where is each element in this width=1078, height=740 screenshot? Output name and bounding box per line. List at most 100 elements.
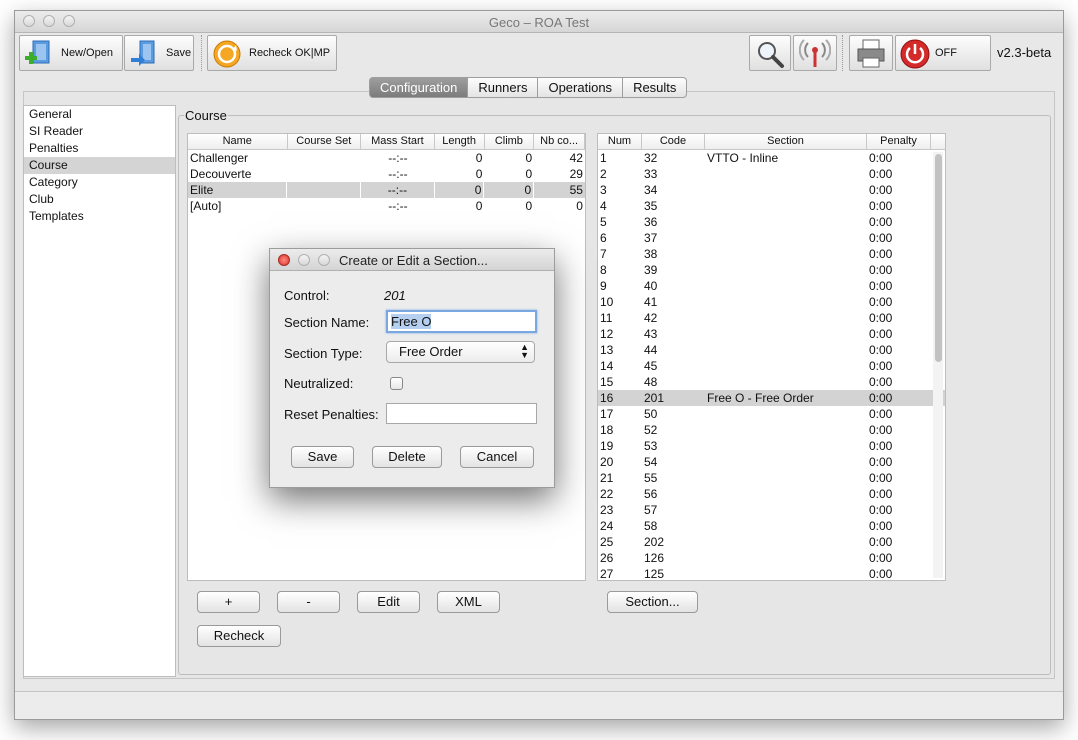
sidebar-item-templates[interactable]: Templates bbox=[24, 208, 175, 225]
controls-table-row[interactable]: 8 39 0:00 bbox=[598, 262, 945, 278]
tab-results[interactable]: Results bbox=[623, 77, 688, 98]
controls-table-row[interactable]: 3 34 0:00 bbox=[598, 182, 945, 198]
antenna-icon bbox=[799, 39, 831, 67]
controls-table-row[interactable]: 4 35 0:00 bbox=[598, 198, 945, 214]
sidebar-item-penalties[interactable]: Penalties bbox=[24, 140, 175, 157]
column-header-length[interactable]: Length bbox=[435, 134, 485, 149]
controls-table-row[interactable]: 11 42 0:00 bbox=[598, 310, 945, 326]
column-header-name[interactable]: Name bbox=[188, 134, 288, 149]
dialog-minimize-button[interactable] bbox=[298, 254, 310, 266]
cell-section bbox=[705, 262, 867, 278]
neutralized-checkbox[interactable] bbox=[390, 377, 403, 390]
controls-table-row[interactable]: 22 56 0:00 bbox=[598, 486, 945, 502]
cell-code: 39 bbox=[644, 263, 658, 277]
column-header-climb[interactable]: Climb bbox=[485, 134, 535, 149]
tab-configuration[interactable]: Configuration bbox=[369, 77, 469, 98]
controls-table-row[interactable]: 26 126 0:00 bbox=[598, 550, 945, 566]
dialog-delete-button[interactable]: Delete bbox=[372, 446, 442, 468]
column-header-num[interactable]: Num bbox=[598, 134, 642, 149]
controls-table-row[interactable]: 20 54 0:00 bbox=[598, 454, 945, 470]
cell-num: 8 bbox=[600, 263, 607, 277]
cell-penalty: 0:00 bbox=[869, 263, 893, 277]
cell-num: 15 bbox=[600, 375, 614, 389]
controls-table-row[interactable]: 5 36 0:00 bbox=[598, 214, 945, 230]
controls-table-row[interactable]: 16 201 Free O - Free Order 0:00 bbox=[598, 390, 945, 406]
controls-table-row[interactable]: 7 38 0:00 bbox=[598, 246, 945, 262]
course-table-row[interactable]: Elite --:-- 0 0 55 bbox=[188, 182, 585, 198]
column-header-nb-controls[interactable]: Nb co... bbox=[534, 134, 585, 149]
magnifier-icon bbox=[758, 42, 784, 68]
controls-table-row[interactable]: 6 37 0:00 bbox=[598, 230, 945, 246]
column-header-penalty[interactable]: Penalty bbox=[867, 134, 931, 149]
cell-num: 24 bbox=[600, 519, 614, 533]
power-toggle-button[interactable]: OFF bbox=[895, 35, 991, 71]
dialog-close-button[interactable] bbox=[278, 254, 290, 266]
controls-table-row[interactable]: 15 48 0:00 bbox=[598, 374, 945, 390]
controls-table-row[interactable]: 13 44 0:00 bbox=[598, 342, 945, 358]
recheck-button[interactable]: Recheck OK|MP bbox=[207, 35, 337, 71]
new-open-button[interactable]: New/Open bbox=[19, 35, 123, 71]
edit-section-dialog: Create or Edit a Section... Control: 201… bbox=[269, 248, 555, 488]
controls-table-row[interactable]: 1 32 VTTO - Inline 0:00 bbox=[598, 150, 945, 166]
recheck-course-button[interactable]: Recheck bbox=[197, 625, 281, 647]
controls-table-row[interactable]: 24 58 0:00 bbox=[598, 518, 945, 534]
cell-name: [Auto] bbox=[190, 199, 222, 213]
cell-num: 7 bbox=[600, 247, 607, 261]
controls-scrollbar[interactable] bbox=[933, 152, 943, 578]
cell-penalty: 0:00 bbox=[869, 503, 893, 517]
controls-table-row[interactable]: 10 41 0:00 bbox=[598, 294, 945, 310]
section-type-select[interactable]: Free Order ▲ ▼ bbox=[386, 341, 535, 363]
column-header-section[interactable]: Section bbox=[705, 134, 867, 149]
sidebar-item-club[interactable]: Club bbox=[24, 191, 175, 208]
station-button[interactable] bbox=[793, 35, 837, 71]
cell-code: 57 bbox=[644, 503, 658, 517]
section-name-input[interactable]: Free O bbox=[386, 310, 537, 333]
section-button[interactable]: Section... bbox=[607, 591, 698, 613]
controls-scrollbar-thumb[interactable] bbox=[935, 154, 942, 362]
controls-table-row[interactable]: 12 43 0:00 bbox=[598, 326, 945, 342]
cell-num: 13 bbox=[600, 343, 614, 357]
controls-table-row[interactable]: 23 57 0:00 bbox=[598, 502, 945, 518]
controls-table-body: 1 32 VTTO - Inline 0:00 2 33 0:00 3 34 0:00 4 35 0:0… bbox=[598, 150, 945, 580]
cell-code: 126 bbox=[644, 551, 665, 565]
controls-table-row[interactable]: 14 45 0:00 bbox=[598, 358, 945, 374]
sidebar-item-course[interactable]: Course bbox=[24, 157, 175, 174]
tab-operations[interactable]: Operations bbox=[538, 77, 624, 98]
new-file-icon bbox=[25, 40, 50, 64]
add-course-button[interactable]: + bbox=[197, 591, 260, 613]
column-header-course-set[interactable]: Course Set bbox=[288, 134, 362, 149]
controls-table-row[interactable]: 18 52 0:00 bbox=[598, 422, 945, 438]
sidebar-item-general[interactable]: General bbox=[24, 106, 175, 123]
column-header-mass-start[interactable]: Mass Start bbox=[361, 134, 435, 149]
course-table-row[interactable]: Decouverte --:-- 0 0 29 bbox=[188, 166, 585, 182]
column-header-code[interactable]: Code bbox=[642, 134, 705, 149]
search-button[interactable] bbox=[749, 35, 791, 71]
dialog-cancel-button[interactable]: Cancel bbox=[460, 446, 534, 468]
controls-table-row[interactable]: 9 40 0:00 bbox=[598, 278, 945, 294]
cell-penalty: 0:00 bbox=[869, 391, 893, 405]
cell-penalty: 0:00 bbox=[869, 295, 893, 309]
controls-table-row[interactable]: 2 33 0:00 bbox=[598, 166, 945, 182]
print-button[interactable] bbox=[849, 35, 893, 71]
sidebar-item-category[interactable]: Category bbox=[24, 174, 175, 191]
controls-table-row[interactable]: 27 125 0:00 bbox=[598, 566, 945, 580]
edit-course-button[interactable]: Edit bbox=[357, 591, 420, 613]
cell-penalty: 0:00 bbox=[869, 423, 893, 437]
tab-runners[interactable]: Runners bbox=[468, 77, 539, 98]
course-table-row[interactable]: [Auto] --:-- 0 0 0 bbox=[188, 198, 585, 214]
neutralized-label: Neutralized: bbox=[284, 376, 354, 391]
dialog-zoom-button[interactable] bbox=[318, 254, 330, 266]
controls-table-row[interactable]: 25 202 0:00 bbox=[598, 534, 945, 550]
controls-table-row[interactable]: 21 55 0:00 bbox=[598, 470, 945, 486]
dialog-save-button[interactable]: Save bbox=[291, 446, 354, 468]
printer-icon bbox=[857, 39, 885, 68]
sidebar-item-si-reader[interactable]: SI Reader bbox=[24, 123, 175, 140]
remove-course-button[interactable]: - bbox=[277, 591, 340, 613]
save-toolbar-button[interactable]: Save bbox=[124, 35, 194, 71]
status-bar bbox=[15, 691, 1063, 719]
course-table-row[interactable]: Challenger --:-- 0 0 42 bbox=[188, 150, 585, 166]
controls-table-row[interactable]: 19 53 0:00 bbox=[598, 438, 945, 454]
controls-table-row[interactable]: 17 50 0:00 bbox=[598, 406, 945, 422]
reset-penalties-input[interactable] bbox=[386, 403, 537, 424]
xml-import-button[interactable]: XML bbox=[437, 591, 500, 613]
